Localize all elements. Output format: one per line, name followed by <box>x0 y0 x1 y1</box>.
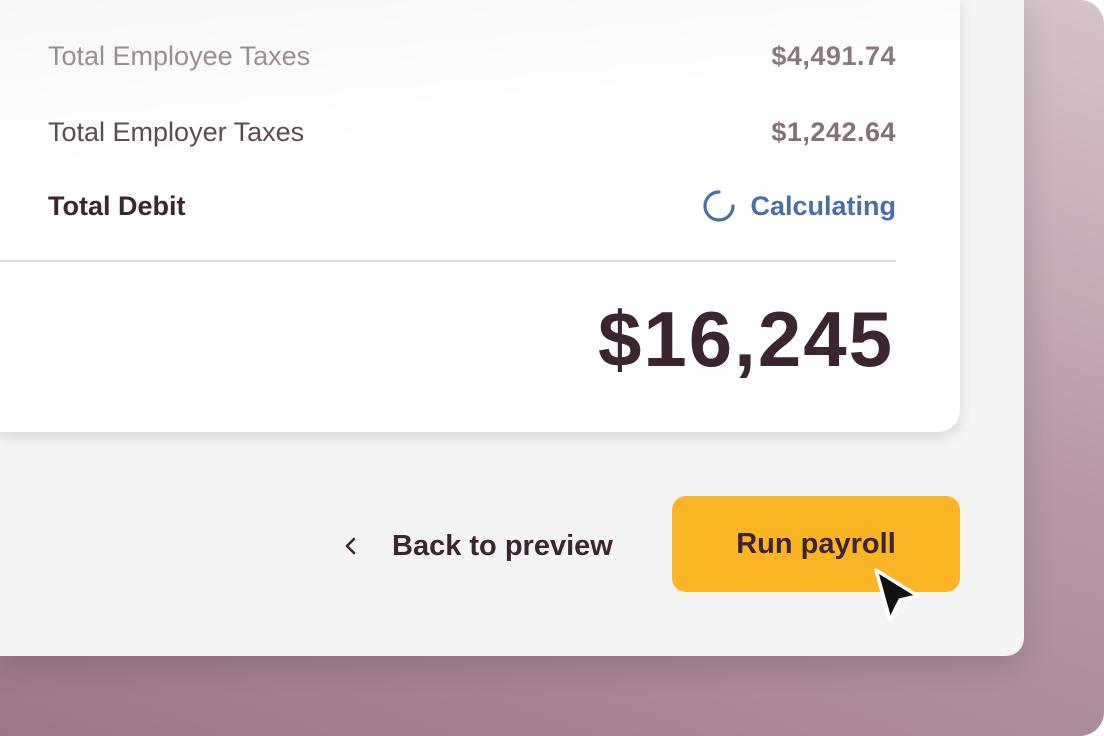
employer-taxes-value: $1,242.64 <box>771 116 896 147</box>
total-amount: $16,245 <box>598 295 894 383</box>
payroll-summary-card: Total Employee Taxes $4,491.74 Total Emp… <box>0 0 960 432</box>
total-debit-label: Total Debit <box>48 190 186 221</box>
employee-taxes-label: Total Employee Taxes <box>48 40 311 71</box>
run-payroll-label: Run payroll <box>736 527 896 560</box>
back-to-preview-link[interactable]: Back to preview <box>340 522 613 570</box>
employer-taxes-row: Total Employer Taxes $1,242.64 <box>48 112 896 152</box>
chevron-left-icon <box>345 537 356 555</box>
calculating-status: Calculating <box>702 189 896 223</box>
payroll-panel: Total Employee Taxes $4,491.74 Total Emp… <box>0 0 1024 656</box>
back-to-preview-label: Back to preview <box>392 529 613 562</box>
summary-divider <box>0 260 896 262</box>
employee-taxes-row: Total Employee Taxes $4,491.74 <box>48 36 896 76</box>
employer-taxes-label: Total Employer Taxes <box>48 116 305 147</box>
spinner-icon <box>703 190 736 222</box>
employee-taxes-value: $4,491.74 <box>771 40 896 71</box>
total-debit-row: Total Debit Calculating <box>48 186 896 226</box>
mouse-pointer-icon <box>874 568 920 622</box>
calculating-text: Calculating <box>750 190 896 221</box>
